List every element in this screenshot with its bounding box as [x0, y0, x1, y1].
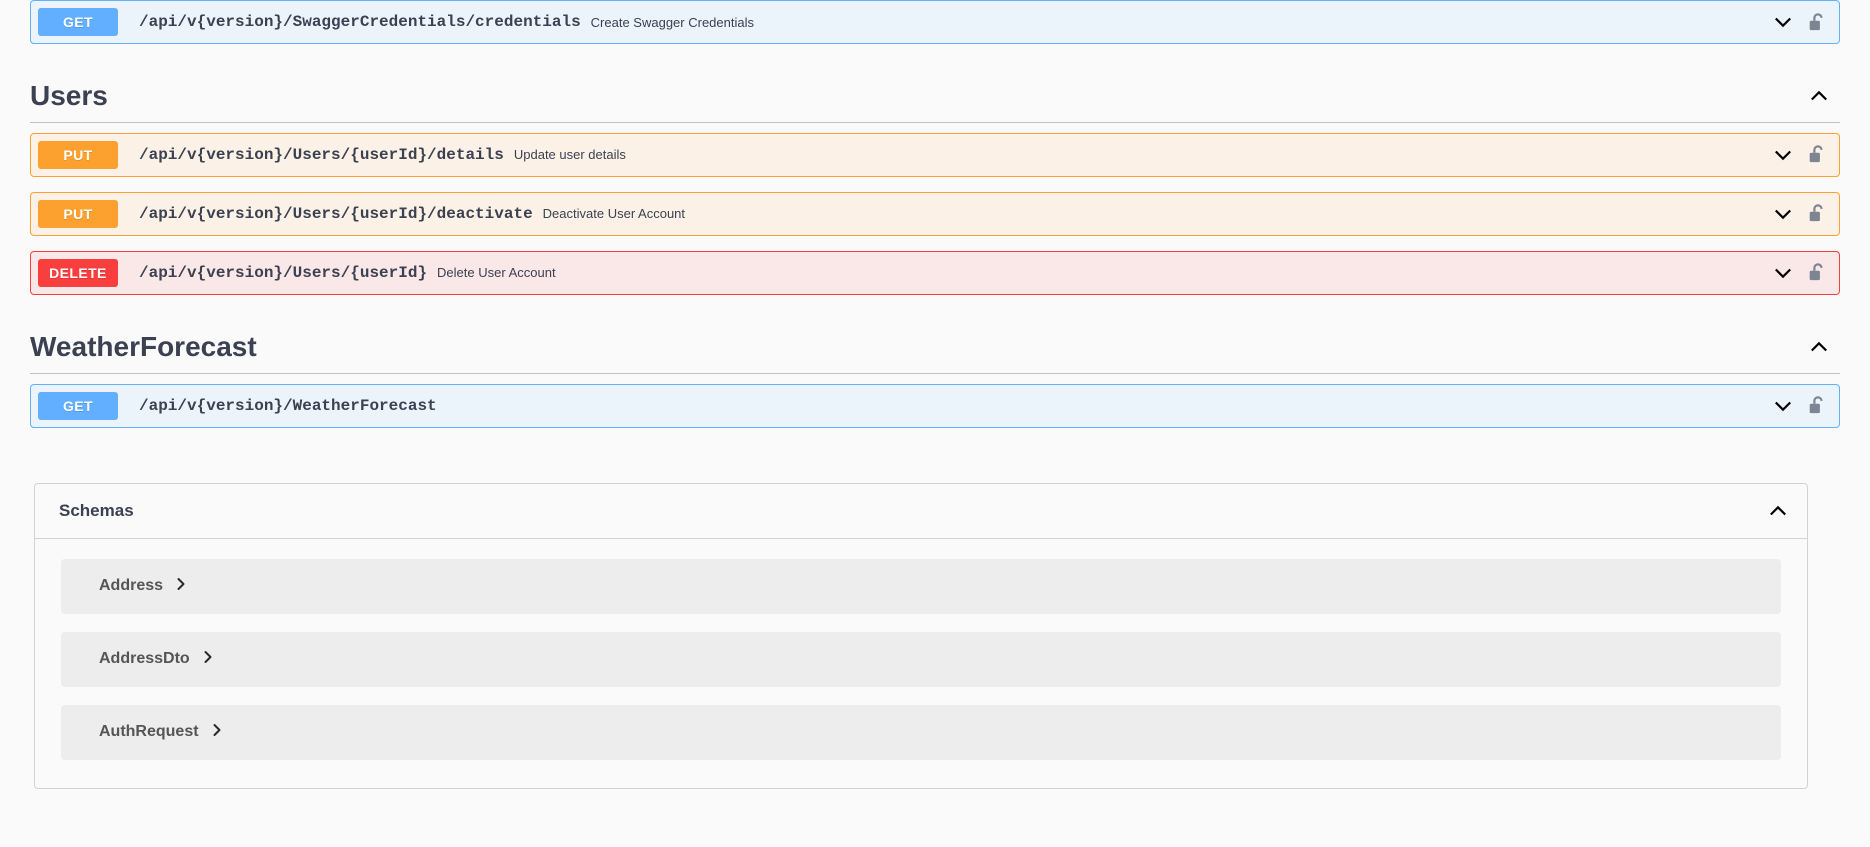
chevron-down-icon[interactable] [1772, 395, 1794, 417]
operation-row-delete-users-userid[interactable]: DELETE /api/v{version}/Users/{userId} De… [30, 250, 1840, 295]
operation-summary: Update user details [513, 147, 626, 163]
unlocked-padlock-icon[interactable] [1808, 262, 1825, 283]
operations-group-swaggercredentials: GET /api/v{version}/SwaggerCredentials/c… [0, 0, 1870, 44]
http-method-badge: DELETE [38, 258, 118, 287]
operation-path: /api/v{version}/WeatherForecast [139, 396, 437, 415]
chevron-down-icon[interactable] [1772, 144, 1794, 166]
unlocked-padlock-icon[interactable] [1808, 12, 1825, 33]
swagger-ui-root: GET /api/v{version}/SwaggerCredentials/c… [0, 0, 1870, 789]
http-method-badge: GET [38, 8, 118, 36]
chevron-right-icon[interactable] [199, 723, 223, 742]
operation-summary: Create Swagger Credentials [590, 14, 754, 30]
schema-row-address[interactable]: Address [61, 558, 1781, 614]
chevron-down-icon[interactable] [1772, 262, 1794, 284]
chevron-up-icon[interactable] [1767, 500, 1789, 522]
schemas-title: Schemas [59, 500, 134, 520]
operation-row-get-swaggercredentials-credentials[interactable]: GET /api/v{version}/SwaggerCredentials/c… [30, 0, 1840, 44]
operation-row-put-users-details[interactable]: PUT /api/v{version}/Users/{userId}/detai… [30, 132, 1840, 177]
operation-path: /api/v{version}/Users/{userId}/details [139, 145, 504, 164]
unlocked-padlock-icon[interactable] [1808, 203, 1825, 224]
operation-row-get-weatherforecast[interactable]: GET /api/v{version}/WeatherForecast [30, 383, 1840, 428]
http-method-badge: PUT [38, 199, 118, 228]
operation-controls [1772, 262, 1839, 284]
schemas-list: Address AddressDto AuthRequest [35, 539, 1807, 788]
unlocked-padlock-icon[interactable] [1808, 395, 1825, 416]
operation-controls [1772, 395, 1839, 417]
tag-header-weatherforecast[interactable]: WeatherForecast [30, 330, 1840, 374]
operation-path: /api/v{version}/SwaggerCredentials/crede… [139, 13, 581, 31]
schema-row-authrequest[interactable]: AuthRequest [61, 704, 1781, 760]
operation-row-put-users-deactivate[interactable]: PUT /api/v{version}/Users/{userId}/deact… [30, 191, 1840, 236]
chevron-down-icon[interactable] [1772, 11, 1794, 33]
tag-title-weatherforecast: WeatherForecast [30, 330, 257, 362]
chevron-right-icon[interactable] [163, 577, 187, 596]
operations-group-users: PUT /api/v{version}/Users/{userId}/detai… [0, 132, 1870, 295]
operation-summary: Delete User Account [437, 265, 556, 281]
operation-controls [1772, 144, 1839, 166]
operation-path: /api/v{version}/Users/{userId}/deactivat… [139, 204, 533, 223]
chevron-up-icon[interactable] [1808, 336, 1840, 358]
chevron-right-icon[interactable] [190, 650, 214, 669]
schemas-header[interactable]: Schemas [35, 484, 1807, 539]
http-method-badge: PUT [38, 140, 118, 169]
chevron-down-icon[interactable] [1772, 203, 1794, 225]
schema-name: AddressDto [99, 650, 190, 668]
tag-header-users[interactable]: Users [30, 80, 1840, 123]
schema-row-addressdto[interactable]: AddressDto [61, 631, 1781, 687]
tag-section-users: Users [0, 80, 1870, 123]
tag-title-users: Users [30, 80, 108, 111]
operation-path: /api/v{version}/Users/{userId} [139, 263, 428, 282]
schemas-panel: Schemas Address AddressDto AuthRequest [34, 482, 1808, 789]
schema-name: Address [99, 577, 164, 595]
operation-controls [1772, 203, 1839, 225]
http-method-badge: GET [38, 391, 118, 420]
chevron-up-icon[interactable] [1808, 85, 1840, 107]
tag-section-weatherforecast: WeatherForecast [0, 330, 1870, 374]
operation-controls [1772, 11, 1839, 33]
unlocked-padlock-icon[interactable] [1808, 144, 1825, 165]
schema-name: AuthRequest [99, 723, 199, 741]
operation-summary: Deactivate User Account [542, 206, 686, 222]
operations-group-weatherforecast: GET /api/v{version}/WeatherForecast [0, 383, 1870, 428]
